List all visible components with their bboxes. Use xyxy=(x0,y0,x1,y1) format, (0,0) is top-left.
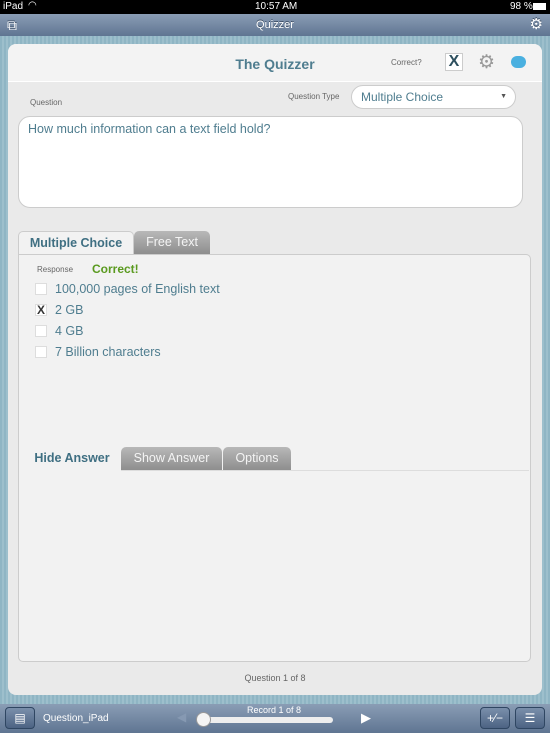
tab-hide-answer[interactable]: Hide Answer xyxy=(23,447,121,470)
checkbox[interactable] xyxy=(35,325,47,337)
correct-checkbox[interactable]: X xyxy=(445,53,463,71)
quiz-card: The Quizzer Correct? X ⚙ Question Questi… xyxy=(8,44,542,695)
option-item[interactable]: 7 Billion characters xyxy=(35,345,161,359)
previous-record-icon[interactable]: ◀ xyxy=(177,710,186,724)
windows-icon[interactable]: ⧉ xyxy=(7,14,17,36)
chevron-down-icon: ▼ xyxy=(500,93,507,100)
bottom-toolbar: ▤ Question_iPad ◀ Record 1 of 8 ▶ +⁄− ☰ xyxy=(0,704,550,733)
battery-percent: 98 % xyxy=(510,1,533,12)
wifi-icon: ◠ xyxy=(28,0,37,11)
question-type-label: Question Type xyxy=(288,92,340,101)
tab-multiple-choice[interactable]: Multiple Choice xyxy=(18,231,134,254)
nav-title: Quizzer xyxy=(256,19,294,31)
divider xyxy=(121,470,529,471)
chat-info-icon[interactable] xyxy=(511,56,526,68)
status-bar: iPad ◠ 10:57 AM 98 % xyxy=(0,0,550,14)
option-label: 2 GB xyxy=(55,303,84,317)
tab-free-text[interactable]: Free Text xyxy=(134,231,210,254)
option-label: 4 GB xyxy=(55,324,84,338)
option-item[interactable]: X 2 GB xyxy=(35,303,84,317)
clock: 10:57 AM xyxy=(255,1,298,12)
next-record-icon[interactable]: ▶ xyxy=(361,710,371,726)
tab-show-answer[interactable]: Show Answer xyxy=(121,447,222,470)
layout-icon[interactable]: ▤ xyxy=(5,707,35,729)
correct-label: Correct? xyxy=(391,58,422,67)
nav-bar: ⧉ Quizzer ⚙ xyxy=(0,14,550,36)
option-item[interactable]: 100,000 pages of English text xyxy=(35,282,220,296)
add-delete-icon[interactable]: +⁄− xyxy=(480,707,510,729)
response-result: Correct! xyxy=(92,262,139,276)
settings-gear-icon[interactable]: ⚙ xyxy=(478,51,495,74)
question-label: Question xyxy=(30,98,63,107)
tab-panel: Response Correct! 100,000 pages of Engli… xyxy=(18,254,531,662)
question-type-select[interactable]: Multiple Choice ▼ xyxy=(351,85,516,109)
response-label: Response xyxy=(37,265,74,274)
option-item[interactable]: 4 GB xyxy=(35,324,84,338)
checkbox[interactable] xyxy=(35,346,47,358)
slider-thumb[interactable] xyxy=(196,712,211,727)
card-header: The Quizzer Correct? X ⚙ xyxy=(8,44,542,82)
option-label: 7 Billion characters xyxy=(55,345,161,359)
question-textarea[interactable]: How much information can a text field ho… xyxy=(18,116,523,208)
record-counter: Record 1 of 8 xyxy=(247,705,302,715)
tab-options[interactable]: Options xyxy=(223,447,291,470)
gear-icon[interactable]: ⚙ xyxy=(530,14,543,36)
checkbox-checked[interactable]: X xyxy=(35,304,47,316)
option-label: 100,000 pages of English text xyxy=(55,282,220,296)
layout-name[interactable]: Question_iPad xyxy=(43,713,109,724)
find-icon[interactable]: ☰ xyxy=(515,707,545,729)
checkbox[interactable] xyxy=(35,283,47,295)
record-slider[interactable] xyxy=(197,717,333,723)
battery-icon xyxy=(533,3,546,10)
question-type-value: Multiple Choice xyxy=(361,90,444,104)
question-counter: Question 1 of 8 xyxy=(244,673,306,683)
device-name: iPad xyxy=(3,1,24,12)
